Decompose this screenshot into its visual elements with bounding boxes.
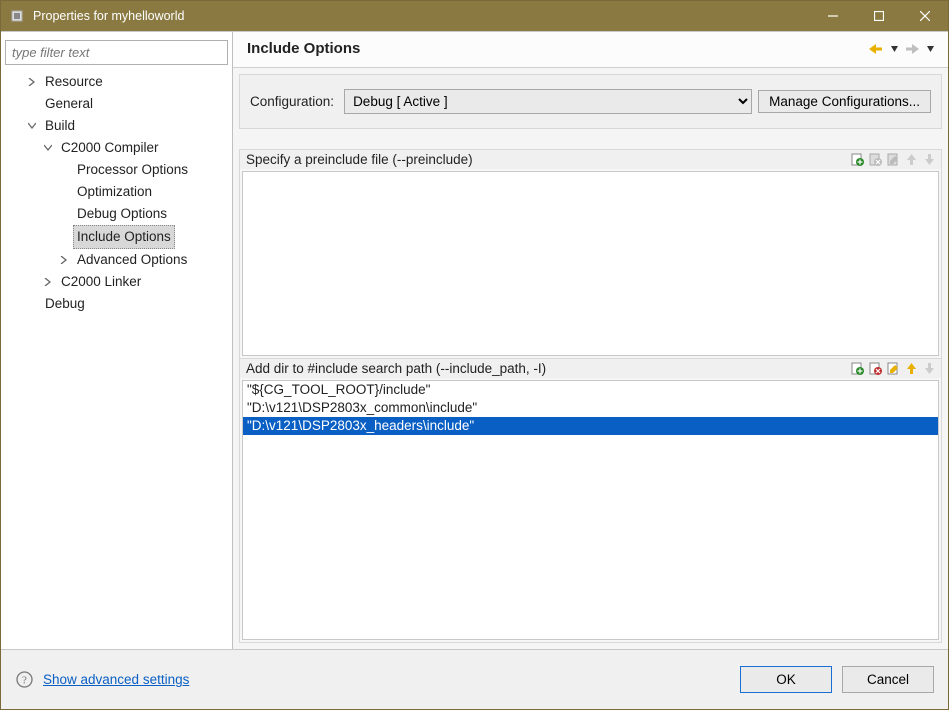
move-up-icon[interactable] [904,152,919,167]
preinclude-list[interactable] [242,171,939,356]
include-path-panel: Add dir to #include search path (--inclu… [240,359,941,642]
preinclude-panel: Specify a preinclude file (--preinclude) [240,150,941,359]
include-path-title: Add dir to #include search path (--inclu… [244,361,850,376]
tree-item-resource[interactable]: Resource [5,71,232,93]
move-down-icon[interactable] [922,361,937,376]
include-path-list[interactable]: "${CG_TOOL_ROOT}/include""D:\v121\DSP280… [242,380,939,640]
svg-text:?: ? [22,675,27,687]
preinclude-title: Specify a preinclude file (--preinclude) [244,152,850,167]
dialog-footer: ? Show advanced settings OK Cancel [1,649,948,709]
tree-item-compiler[interactable]: C2000 Compiler [5,137,232,159]
preinclude-toolbar [850,152,937,167]
configuration-label: Configuration: [250,94,334,109]
filter-input[interactable] [5,40,228,65]
list-item[interactable]: "D:\v121\DSP2803x_common\include" [243,399,938,417]
maximize-button[interactable] [856,1,902,31]
minimize-button[interactable] [810,1,856,31]
preinclude-header: Specify a preinclude file (--preinclude) [240,150,941,169]
tree-item-debug[interactable]: Debug [5,293,232,315]
main-panel: Include Options Configuration: Debug [ A… [233,32,948,649]
sidebar: Resource General Build C2000 Compiler Pr… [1,32,233,649]
edit-icon[interactable] [886,152,901,167]
help-icon[interactable]: ? [15,671,33,689]
include-path-toolbar [850,361,937,376]
filter-container [5,40,228,65]
cancel-button[interactable]: Cancel [842,666,934,693]
nav-forward-menu-icon[interactable] [922,41,938,57]
nav-back-menu-icon[interactable] [886,41,902,57]
list-item[interactable]: "D:\v121\DSP2803x_headers\include" [243,417,938,435]
move-down-icon[interactable] [922,152,937,167]
chevron-right-icon [57,253,71,267]
add-icon[interactable] [850,361,865,376]
chevron-down-icon [25,119,39,133]
options-panels: Specify a preinclude file (--preinclude) [239,149,942,643]
ok-button[interactable]: OK [740,666,832,693]
nav-back-icon[interactable] [868,41,884,57]
tree-item-include-options[interactable]: Include Options [5,225,232,249]
show-advanced-link[interactable]: Show advanced settings [43,672,730,687]
chevron-right-icon [41,275,55,289]
manage-configurations-button[interactable]: Manage Configurations... [758,90,931,113]
close-button[interactable] [902,1,948,31]
properties-dialog: Properties for myhelloworld Resource [0,0,949,710]
tree-item-optimization[interactable]: Optimization [5,181,232,203]
window-controls [810,1,948,31]
tree-item-linker[interactable]: C2000 Linker [5,271,232,293]
list-item[interactable]: "${CG_TOOL_ROOT}/include" [243,381,938,399]
edit-icon[interactable] [886,361,901,376]
tree-item-debug-options[interactable]: Debug Options [5,203,232,225]
include-path-header: Add dir to #include search path (--inclu… [240,359,941,378]
dialog-body: Resource General Build C2000 Compiler Pr… [1,31,948,649]
titlebar: Properties for myhelloworld [1,1,948,31]
chevron-down-icon [41,141,55,155]
category-tree[interactable]: Resource General Build C2000 Compiler Pr… [5,71,232,645]
page-title: Include Options [247,40,868,57]
add-icon[interactable] [850,152,865,167]
header-nav [868,41,938,57]
nav-forward-icon[interactable] [904,41,920,57]
delete-icon[interactable] [868,152,883,167]
app-icon [9,8,25,24]
tree-item-general[interactable]: General [5,93,232,115]
move-up-icon[interactable] [904,361,919,376]
configuration-select[interactable]: Debug [ Active ] [344,89,752,114]
page-header: Include Options [233,32,948,68]
tree-item-advanced[interactable]: Advanced Options [5,249,232,271]
configuration-row: Configuration: Debug [ Active ] Manage C… [239,74,942,129]
delete-icon[interactable] [868,361,883,376]
window-title: Properties for myhelloworld [33,9,810,23]
chevron-right-icon [25,75,39,89]
tree-item-build[interactable]: Build [5,115,232,137]
tree-item-processor[interactable]: Processor Options [5,159,232,181]
